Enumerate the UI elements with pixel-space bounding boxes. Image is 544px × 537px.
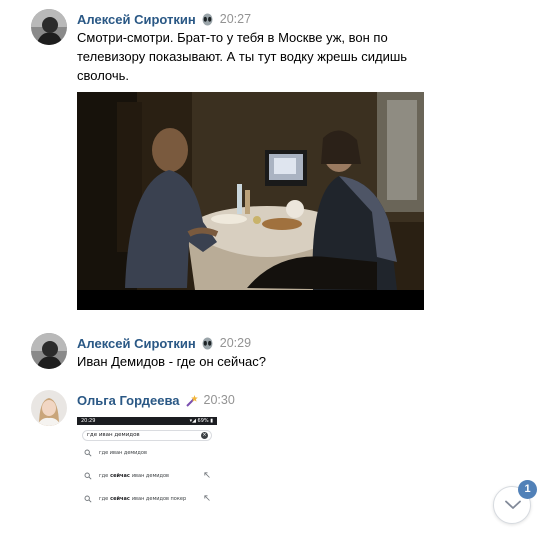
search-icon <box>84 472 92 480</box>
author-name[interactable]: Алексей Сироткин <box>77 336 196 351</box>
chevron-down-icon <box>505 500 521 509</box>
suggestion-row: где сейчас иван демидов покер <box>77 487 217 510</box>
status-icons: ▾◢ 69% ▮ <box>189 418 213 424</box>
message-text: Смотри-смотри. Брат-то у тебя в Москве у… <box>77 28 427 85</box>
magic-wand-emoji-icon <box>185 394 198 407</box>
status-time: 20:29 <box>81 418 96 424</box>
search-screenshot-image[interactable]: 20:29 ▾◢ 69% ▮ где иван демидов × где ив… <box>77 417 217 522</box>
alien-emoji-icon <box>201 13 214 26</box>
film-still-image[interactable] <box>77 92 424 310</box>
suggestion-text: где <box>99 472 109 479</box>
message-text-line: сволочь. <box>77 68 130 83</box>
avatar[interactable] <box>31 9 67 45</box>
fill-arrow-icon <box>204 495 210 501</box>
message-text-line: Смотри-смотри. Брат-то у тебя в Москве у… <box>77 30 388 45</box>
message-text: Иван Демидов - где он сейчас? <box>77 352 427 371</box>
search-icon <box>84 495 92 503</box>
suggestion-text: где иван демидов <box>99 449 147 456</box>
message-time[interactable]: 20:27 <box>220 12 251 26</box>
message-header: Алексей Сироткин 20:29 <box>77 334 251 352</box>
avatar[interactable] <box>31 390 67 426</box>
suggestion-text: где <box>99 495 109 502</box>
suggestion-row: где сейчас иван демидов <box>77 464 217 487</box>
author-name[interactable]: Ольга Гордеева <box>77 393 180 408</box>
avatar[interactable] <box>31 333 67 369</box>
author-name[interactable]: Алексей Сироткин <box>77 12 196 27</box>
message-time[interactable]: 20:30 <box>204 393 235 407</box>
alien-emoji-icon <box>201 337 214 350</box>
message-text-line: телевизору показывают. А ты тут водку жр… <box>77 49 408 64</box>
suggestion-bold: сейчас <box>110 495 130 502</box>
clear-icon: × <box>201 432 208 439</box>
search-query: где иван демидов <box>87 432 140 438</box>
message-header: Ольга Гордеева 20:30 <box>77 391 235 409</box>
suggestion-text: иван демидов покер <box>131 495 187 502</box>
fill-arrow-icon <box>204 472 210 478</box>
search-input: где иван демидов × <box>82 430 212 441</box>
message-header: Алексей Сироткин 20:27 <box>77 10 251 28</box>
suggestion-bold: сейчас <box>110 472 130 479</box>
message-time[interactable]: 20:29 <box>220 336 251 350</box>
message-text-line: Иван Демидов - где он сейчас? <box>77 354 266 369</box>
suggestion-row: где иван демидов <box>77 441 217 464</box>
phone-status-bar: 20:29 ▾◢ 69% ▮ <box>77 417 217 425</box>
unread-count-badge: 1 <box>518 480 537 499</box>
suggestion-text: иван демидов <box>131 472 169 479</box>
search-icon <box>84 449 92 457</box>
